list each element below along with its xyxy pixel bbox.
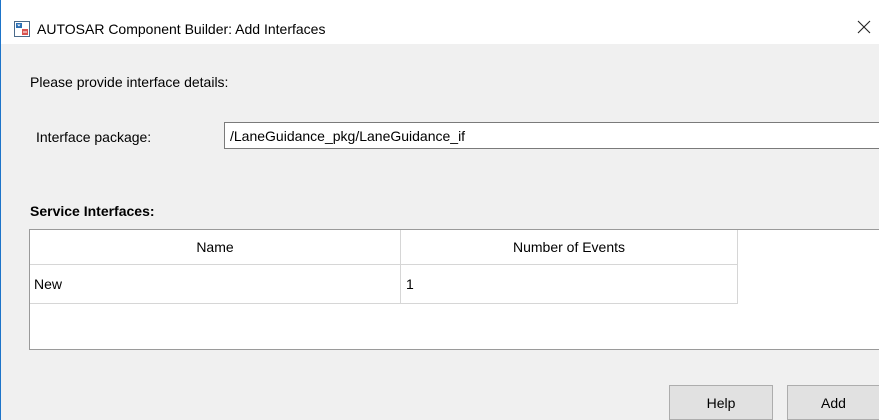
column-header-name[interactable]: Name	[30, 230, 401, 265]
instructions-text: Please provide interface details:	[30, 74, 229, 90]
interface-package-label: Interface package:	[36, 129, 152, 145]
add-button[interactable]: Add	[787, 385, 879, 420]
column-header-number-of-events[interactable]: Number of Events	[401, 230, 738, 265]
help-button[interactable]: Help	[669, 385, 773, 420]
simulink-model-icon	[14, 21, 30, 37]
window-title: AUTOSAR Component Builder: Add Interface…	[37, 21, 326, 37]
table-cell-number-of-events[interactable]: 1	[401, 265, 738, 304]
interface-package-input[interactable]	[224, 122, 879, 149]
add-interfaces-dialog: AUTOSAR Component Builder: Add Interface…	[0, 0, 879, 420]
service-interfaces-table[interactable]: Name Number of Events New 1	[29, 229, 879, 350]
close-icon	[857, 20, 870, 34]
title-bar[interactable]: AUTOSAR Component Builder: Add Interface…	[1, 0, 879, 44]
close-button[interactable]	[847, 10, 879, 44]
service-interfaces-title: Service Interfaces:	[30, 203, 155, 219]
table-cell-name[interactable]: New	[30, 265, 401, 304]
